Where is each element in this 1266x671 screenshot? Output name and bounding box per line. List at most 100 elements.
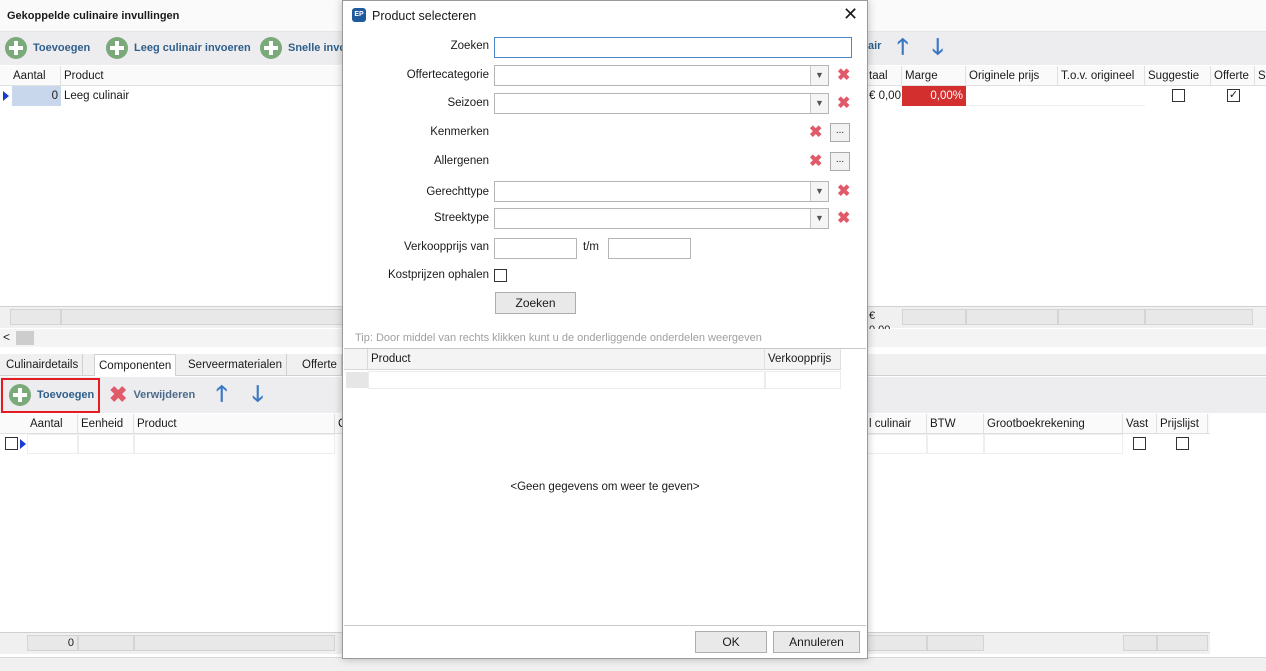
filter-product[interactable]: [368, 371, 765, 389]
row-culinair[interactable]: [866, 434, 927, 454]
status-strip: [0, 657, 1266, 671]
arrow-down-icon[interactable]: 🡓: [252, 383, 263, 405]
result-grid-header: Product Verkoopprijs: [344, 349, 841, 370]
row-tov-origineel[interactable]: [1058, 86, 1145, 106]
col-originele-prijs[interactable]: Originele prijs: [966, 66, 1058, 86]
row-originele-prijs[interactable]: [966, 86, 1058, 106]
empty-culinair-button[interactable]: Leeg culinair invoeren: [106, 37, 251, 59]
result-grid: Product Verkoopprijs <Geen gegevens om w…: [344, 348, 866, 626]
price-from-input[interactable]: [494, 238, 577, 259]
footer-cell: [927, 635, 984, 651]
prijslijst-checkbox[interactable]: [1176, 437, 1189, 450]
clear-x-icon[interactable]: ✖: [809, 154, 822, 170]
plus-icon: [5, 37, 27, 59]
scroll-thumb[interactable]: [16, 331, 34, 345]
footer-cell: [10, 309, 61, 325]
col-suggestie[interactable]: Suggestie: [1145, 66, 1211, 86]
close-icon[interactable]: ✕: [843, 4, 858, 24]
arrow-up-icon[interactable]: 🡑: [897, 36, 908, 58]
gerechttype-label: Gerechttype: [426, 186, 489, 198]
col-offerte[interactable]: Offerte: [1211, 66, 1255, 86]
row-marge[interactable]: 0,00%: [902, 86, 966, 106]
price-to-input[interactable]: [608, 238, 691, 259]
clear-x-icon[interactable]: ✖: [837, 96, 850, 112]
suggestie-checkbox[interactable]: [1172, 89, 1185, 102]
search-input[interactable]: [494, 37, 852, 58]
product-select-dialog: EP Product selecteren ✕ Zoeken Offerteca…: [342, 0, 868, 659]
clear-x-icon[interactable]: ✖: [837, 211, 850, 227]
chevron-down-icon[interactable]: ▼: [810, 94, 828, 113]
row-aantal[interactable]: [27, 434, 78, 454]
row-grootboekrekening[interactable]: [984, 434, 1123, 454]
seizoen-select[interactable]: ▼: [494, 93, 829, 114]
col-taal[interactable]: taal: [866, 66, 902, 86]
search-button[interactable]: Zoeken: [495, 292, 576, 314]
col-aantal[interactable]: Aantal: [10, 66, 61, 86]
col-aantal[interactable]: Aantal: [27, 414, 78, 434]
allergenen-browse-button[interactable]: ...: [830, 152, 850, 171]
chevron-down-icon[interactable]: ▼: [810, 66, 828, 85]
col-btw[interactable]: BTW: [927, 414, 984, 434]
col-grootboekrekening[interactable]: Grootboekrekening: [984, 414, 1123, 434]
chevron-down-icon[interactable]: ▼: [810, 182, 828, 201]
scroll-left-icon[interactable]: <: [3, 330, 10, 344]
streektype-select[interactable]: ▼: [494, 208, 829, 229]
vast-checkbox[interactable]: [1133, 437, 1146, 450]
result-filter-row[interactable]: [344, 371, 841, 389]
footer-cell: [966, 309, 1058, 325]
ok-button[interactable]: OK: [695, 631, 767, 653]
filter-verkoopprijs[interactable]: [765, 371, 841, 389]
add-culinair-button[interactable]: Toevoegen: [5, 37, 90, 59]
row-aantal[interactable]: 0: [12, 86, 61, 106]
zoeken-label: Zoeken: [450, 40, 489, 52]
remove-component-button[interactable]: ✖ Verwijderen: [109, 384, 195, 406]
app-logo-icon: EP: [352, 8, 366, 22]
row-indicator-icon: [20, 439, 26, 449]
col-tov-origineel[interactable]: T.o.v. origineel: [1058, 66, 1145, 86]
tab-componenten[interactable]: Componenten: [94, 354, 177, 376]
delete-x-icon: ✖: [109, 382, 128, 407]
row-eenheid[interactable]: [78, 434, 134, 454]
col-product[interactable]: Product: [368, 349, 765, 369]
col-eenheid[interactable]: Eenheid: [78, 414, 134, 434]
col-st[interactable]: St: [1255, 66, 1266, 86]
cancel-button[interactable]: Annuleren: [773, 631, 860, 653]
footer-cell: [1058, 309, 1145, 325]
seizoen-label: Seizoen: [447, 97, 489, 109]
col-marge[interactable]: Marge: [902, 66, 966, 86]
clear-x-icon[interactable]: ✖: [837, 68, 850, 84]
plus-icon: [106, 37, 128, 59]
clear-x-icon[interactable]: ✖: [837, 184, 850, 200]
arrow-down-icon[interactable]: 🡓: [932, 36, 943, 58]
dialog-titlebar: EP Product selecteren ✕: [343, 1, 867, 30]
footer-cell: [984, 635, 1123, 651]
col-culinair[interactable]: l culinair: [866, 414, 927, 434]
tab-serveermaterialen[interactable]: Serveermaterialen: [184, 354, 287, 376]
add-component-button[interactable]: Toevoegen: [9, 384, 94, 406]
clear-x-icon[interactable]: ✖: [809, 125, 822, 141]
chevron-down-icon[interactable]: ▼: [810, 209, 828, 228]
dialog-title: Product selecteren: [372, 9, 477, 23]
kostprijzen-checkbox[interactable]: [494, 269, 507, 282]
tab-culinairdetails[interactable]: Culinairdetails: [2, 354, 84, 376]
tab-offerte[interactable]: Offerte: [298, 354, 342, 376]
col-vast[interactable]: Vast: [1123, 414, 1157, 434]
plus-icon: [9, 384, 31, 406]
kostprijzen-label: Kostprijzen ophalen: [387, 269, 489, 281]
gerechttype-select[interactable]: ▼: [494, 181, 829, 202]
offerte-checkbox[interactable]: ✓: [1227, 89, 1240, 102]
row-product[interactable]: [134, 434, 335, 454]
footer-count: 0: [27, 635, 78, 651]
col-product[interactable]: Product: [134, 414, 335, 434]
footer-cell: [134, 635, 335, 651]
row-btw[interactable]: [927, 434, 984, 454]
row-taal[interactable]: € 0,00: [866, 86, 902, 106]
kenmerken-label: Kenmerken: [430, 126, 489, 138]
offertecategorie-select[interactable]: ▼: [494, 65, 829, 86]
arrow-up-icon[interactable]: 🡑: [216, 383, 227, 405]
kenmerken-browse-button[interactable]: ...: [830, 123, 850, 142]
row-select-checkbox[interactable]: [5, 437, 18, 450]
col-prijslijst[interactable]: Prijslijst: [1157, 414, 1208, 434]
partial-toolbar-button[interactable]: air: [868, 40, 881, 52]
col-verkoopprijs[interactable]: Verkoopprijs: [765, 349, 841, 369]
